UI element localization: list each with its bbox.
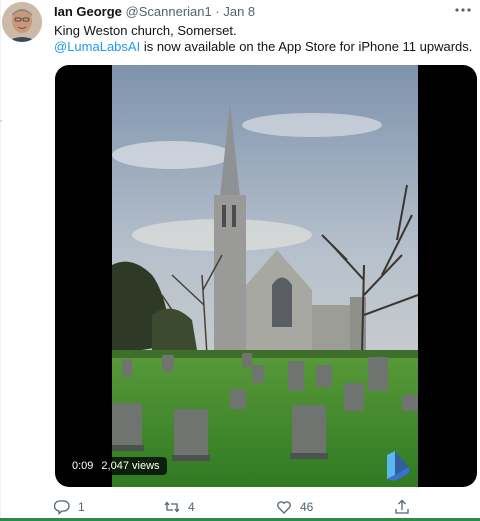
reply-icon <box>54 500 70 515</box>
video-duration: 0:09 <box>72 460 94 472</box>
avatar-image <box>2 2 42 42</box>
tweet-header: Ian George @Scannerian1 · Jan 8 <box>54 3 450 21</box>
tweet-actions: 1 4 46 <box>54 498 474 516</box>
author-name[interactable]: Ian George <box>54 4 122 19</box>
tweet-text-line-2: @LumaLabsAI is now available on the App … <box>54 38 472 56</box>
like-icon <box>277 501 291 514</box>
like-count: 46 <box>300 500 314 514</box>
like-button[interactable]: 46 <box>276 498 313 516</box>
luma-logo-icon <box>387 451 409 481</box>
video-views: 2,047 views <box>101 460 160 472</box>
timeline-marker <box>0 120 2 122</box>
reply-count: 1 <box>78 500 85 514</box>
timeline-border <box>0 0 1 521</box>
tweet-date[interactable]: Jan 8 <box>223 4 255 19</box>
retweet-button[interactable]: 4 <box>164 498 195 516</box>
header-separator: · <box>215 4 220 19</box>
tweet-text-rest: is now available on the App Store for iP… <box>140 39 473 54</box>
more-icon[interactable] <box>454 3 472 17</box>
video-player[interactable]: 0:09 2,047 views <box>55 65 477 487</box>
retweet-count: 4 <box>188 500 195 514</box>
reply-button[interactable]: 1 <box>54 498 85 516</box>
share-button[interactable] <box>394 498 410 516</box>
video-info-badge: 0:09 2,047 views <box>65 457 167 475</box>
avatar[interactable] <box>2 2 42 42</box>
church-photo <box>112 65 418 487</box>
share-icon <box>395 499 409 514</box>
mention-link[interactable]: @LumaLabsAI <box>54 39 140 54</box>
author-handle[interactable]: @Scannerian1 <box>126 4 212 19</box>
retweet-icon <box>164 501 180 513</box>
